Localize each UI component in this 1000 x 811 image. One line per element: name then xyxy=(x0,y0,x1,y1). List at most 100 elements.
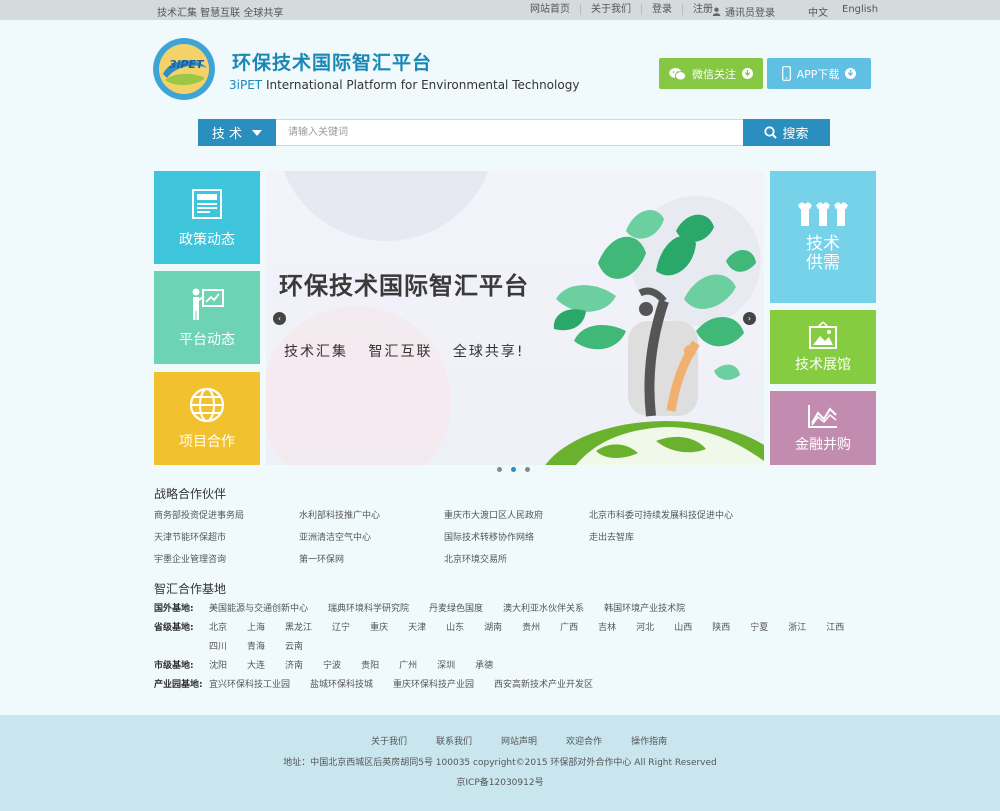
chart-icon xyxy=(808,404,837,428)
site-logo[interactable]: 3iPET xyxy=(153,38,215,100)
base-link[interactable]: 云南 xyxy=(285,642,303,652)
member-login-link[interactable]: 通讯员登录 xyxy=(712,4,775,19)
base-link[interactable]: 深圳 xyxy=(437,661,455,671)
login-link[interactable]: 登录 xyxy=(641,4,682,15)
base-link[interactable]: 重庆环保科技产业园 xyxy=(393,680,474,690)
subtitle-text: International Platform for Environmental… xyxy=(262,78,580,92)
base-link[interactable]: 承德 xyxy=(475,661,493,671)
footer-links: 关于我们 联系我们 网站声明 欢迎合作 操作指南 xyxy=(371,734,667,747)
base-link[interactable]: 宜兴环保科技工业园 xyxy=(209,680,290,690)
site-title: 环保技术国际智汇平台 xyxy=(232,52,433,74)
partner-link[interactable]: 亚洲清洁空气中心 xyxy=(299,530,444,543)
banner-dot-active[interactable] xyxy=(511,467,516,472)
base-row-items: 宜兴环保科技工业园 盐城环保科技城 重庆环保科技产业园 西安高新技术产业开发区 xyxy=(209,680,899,690)
footer-cooperation-link[interactable]: 欢迎合作 xyxy=(566,734,602,747)
download-arrow-icon xyxy=(742,68,753,79)
footer-address: 地址：中国北京西城区后英房胡同5号 100035 copyright©2015 … xyxy=(283,758,717,768)
partner-link[interactable]: 北京环境交易所 xyxy=(444,552,589,565)
partner-link[interactable]: 重庆市大渡口区人民政府 xyxy=(444,508,589,521)
partner-link[interactable]: 第一环保网 xyxy=(299,552,444,565)
hero-banner[interactable]: 环保技术国际智汇平台 技术汇集 智汇互联 全球共享! ‹ › xyxy=(266,171,764,465)
base-link[interactable]: 宁夏 xyxy=(750,623,768,633)
footer-guide-link[interactable]: 操作指南 xyxy=(631,734,667,747)
base-link[interactable]: 澳大利亚水伙伴关系 xyxy=(503,604,584,614)
base-link[interactable]: 四川 xyxy=(209,642,227,652)
footer-contact-link[interactable]: 联系我们 xyxy=(436,734,472,747)
base-link[interactable]: 北京 xyxy=(209,623,227,633)
tile-finance-label: 金融并购 xyxy=(795,436,851,453)
top-bar: 技术汇集 智慧互联 全球共享 网站首页 关于我们 登录 注册 通讯员登录 中文 … xyxy=(0,0,1000,20)
base-row-items: 沈阳 大连 济南 宁波 贵阳 广州 深圳 承德 xyxy=(209,661,899,671)
base-link[interactable]: 陕西 xyxy=(712,623,730,633)
base-link[interactable]: 宁波 xyxy=(323,661,341,671)
wechat-follow-button[interactable]: 微信关注 xyxy=(659,58,763,89)
banner-dot[interactable] xyxy=(525,467,530,472)
partner-link[interactable]: 宇墨企业管理咨询 xyxy=(154,552,299,565)
base-link[interactable]: 山东 xyxy=(446,623,464,633)
search-category-select[interactable]: 技 术 xyxy=(198,119,276,146)
partner-link[interactable]: 走出去智库 xyxy=(589,530,789,543)
base-link[interactable]: 天津 xyxy=(408,623,426,633)
base-link[interactable]: 沈阳 xyxy=(209,661,227,671)
partner-link[interactable]: 水利部科技推广中心 xyxy=(299,508,444,521)
base-link[interactable]: 济南 xyxy=(285,661,303,671)
banner-dot[interactable] xyxy=(497,467,502,472)
banner-title: 环保技术国际智汇平台 xyxy=(279,272,529,300)
base-link[interactable]: 盐城环保科技城 xyxy=(310,680,373,690)
search-category-label: 技 术 xyxy=(211,127,243,142)
base-link[interactable]: 西安高新技术产业开发区 xyxy=(494,680,593,690)
base-link[interactable]: 黑龙江 xyxy=(285,623,312,633)
app-download-button[interactable]: APP下载 xyxy=(767,58,871,89)
top-links: 网站首页 关于我们 登录 注册 xyxy=(520,4,723,15)
banner-subtitle: 技术汇集 智汇互联 全球共享! xyxy=(284,344,525,360)
partner-link[interactable]: 国际技术转移协作网络 xyxy=(444,530,589,543)
footer-about-link[interactable]: 关于我们 xyxy=(371,734,407,747)
base-link[interactable]: 湖南 xyxy=(484,623,502,633)
search-button[interactable]: 搜索 xyxy=(743,119,830,146)
search-input[interactable] xyxy=(276,119,743,146)
lang-chinese[interactable]: 中文 xyxy=(808,4,828,19)
tile-policy-news[interactable]: 政策动态 xyxy=(154,171,260,264)
tile-finance-mna[interactable]: 金融并购 xyxy=(770,391,876,465)
member-login-label: 通讯员登录 xyxy=(725,8,775,19)
base-link[interactable]: 上海 xyxy=(247,623,265,633)
base-link[interactable]: 丹麦绿色国度 xyxy=(429,604,483,614)
partner-link[interactable]: 商务部投资促进事务局 xyxy=(154,508,299,521)
home-link[interactable]: 网站首页 xyxy=(520,4,580,15)
base-link[interactable]: 美国能源与交通创新中心 xyxy=(209,604,308,614)
picture-frame-icon xyxy=(809,320,837,349)
banner-prev-arrow-icon[interactable]: ‹ xyxy=(273,312,286,325)
base-link[interactable]: 河北 xyxy=(636,623,654,633)
base-link[interactable]: 韩国环境产业技术院 xyxy=(604,604,685,614)
base-link[interactable]: 贵州 xyxy=(522,623,540,633)
base-link[interactable]: 浙江 xyxy=(788,623,806,633)
tile-project-cooperation[interactable]: 项目合作 xyxy=(154,372,260,465)
shirts-icon xyxy=(798,202,848,226)
tile-tech-supply-demand[interactable]: 技术 供需 xyxy=(770,171,876,303)
base-link[interactable]: 贵阳 xyxy=(361,661,379,671)
base-link[interactable]: 青海 xyxy=(247,642,265,652)
base-link[interactable]: 吉林 xyxy=(598,623,616,633)
partner-link[interactable]: 北京市科委可持续发展科技促进中心 xyxy=(589,508,789,521)
base-link[interactable]: 广州 xyxy=(399,661,417,671)
base-link[interactable]: 江西 xyxy=(826,623,844,633)
partner-link[interactable]: 天津节能环保超市 xyxy=(154,530,299,543)
logo-text: 3iPET xyxy=(169,58,204,71)
banner-pagination xyxy=(497,467,530,472)
base-link[interactable]: 辽宁 xyxy=(332,623,350,633)
tile-tech-exhibition[interactable]: 技术展馆 xyxy=(770,310,876,384)
tile-platform-news[interactable]: 平台动态 xyxy=(154,271,260,364)
base-row-label: 省级基地: xyxy=(154,623,194,633)
banner-next-arrow-icon[interactable]: › xyxy=(743,312,756,325)
wechat-label: 微信关注 xyxy=(692,67,736,81)
base-link[interactable]: 大连 xyxy=(247,661,265,671)
lang-english[interactable]: English xyxy=(842,4,878,19)
base-link[interactable]: 重庆 xyxy=(370,623,388,633)
base-row-items: 北京 上海 黑龙江 辽宁 重庆 天津 山东 湖南 贵州 广西 吉林 河北 山西 陕西 宁夏 浙江 江西四川 青海 云… xyxy=(209,623,899,652)
footer-statement-link[interactable]: 网站声明 xyxy=(501,734,537,747)
base-link[interactable]: 瑞典环境科学研究院 xyxy=(328,604,409,614)
about-link[interactable]: 关于我们 xyxy=(580,4,641,15)
base-link[interactable]: 山西 xyxy=(674,623,692,633)
bases-list: 国外基地: 美国能源与交通创新中心 瑞典环境科学研究院 丹麦绿色国度 澳大利亚水伙伴关系… xyxy=(154,604,899,699)
base-link[interactable]: 广西 xyxy=(560,623,578,633)
